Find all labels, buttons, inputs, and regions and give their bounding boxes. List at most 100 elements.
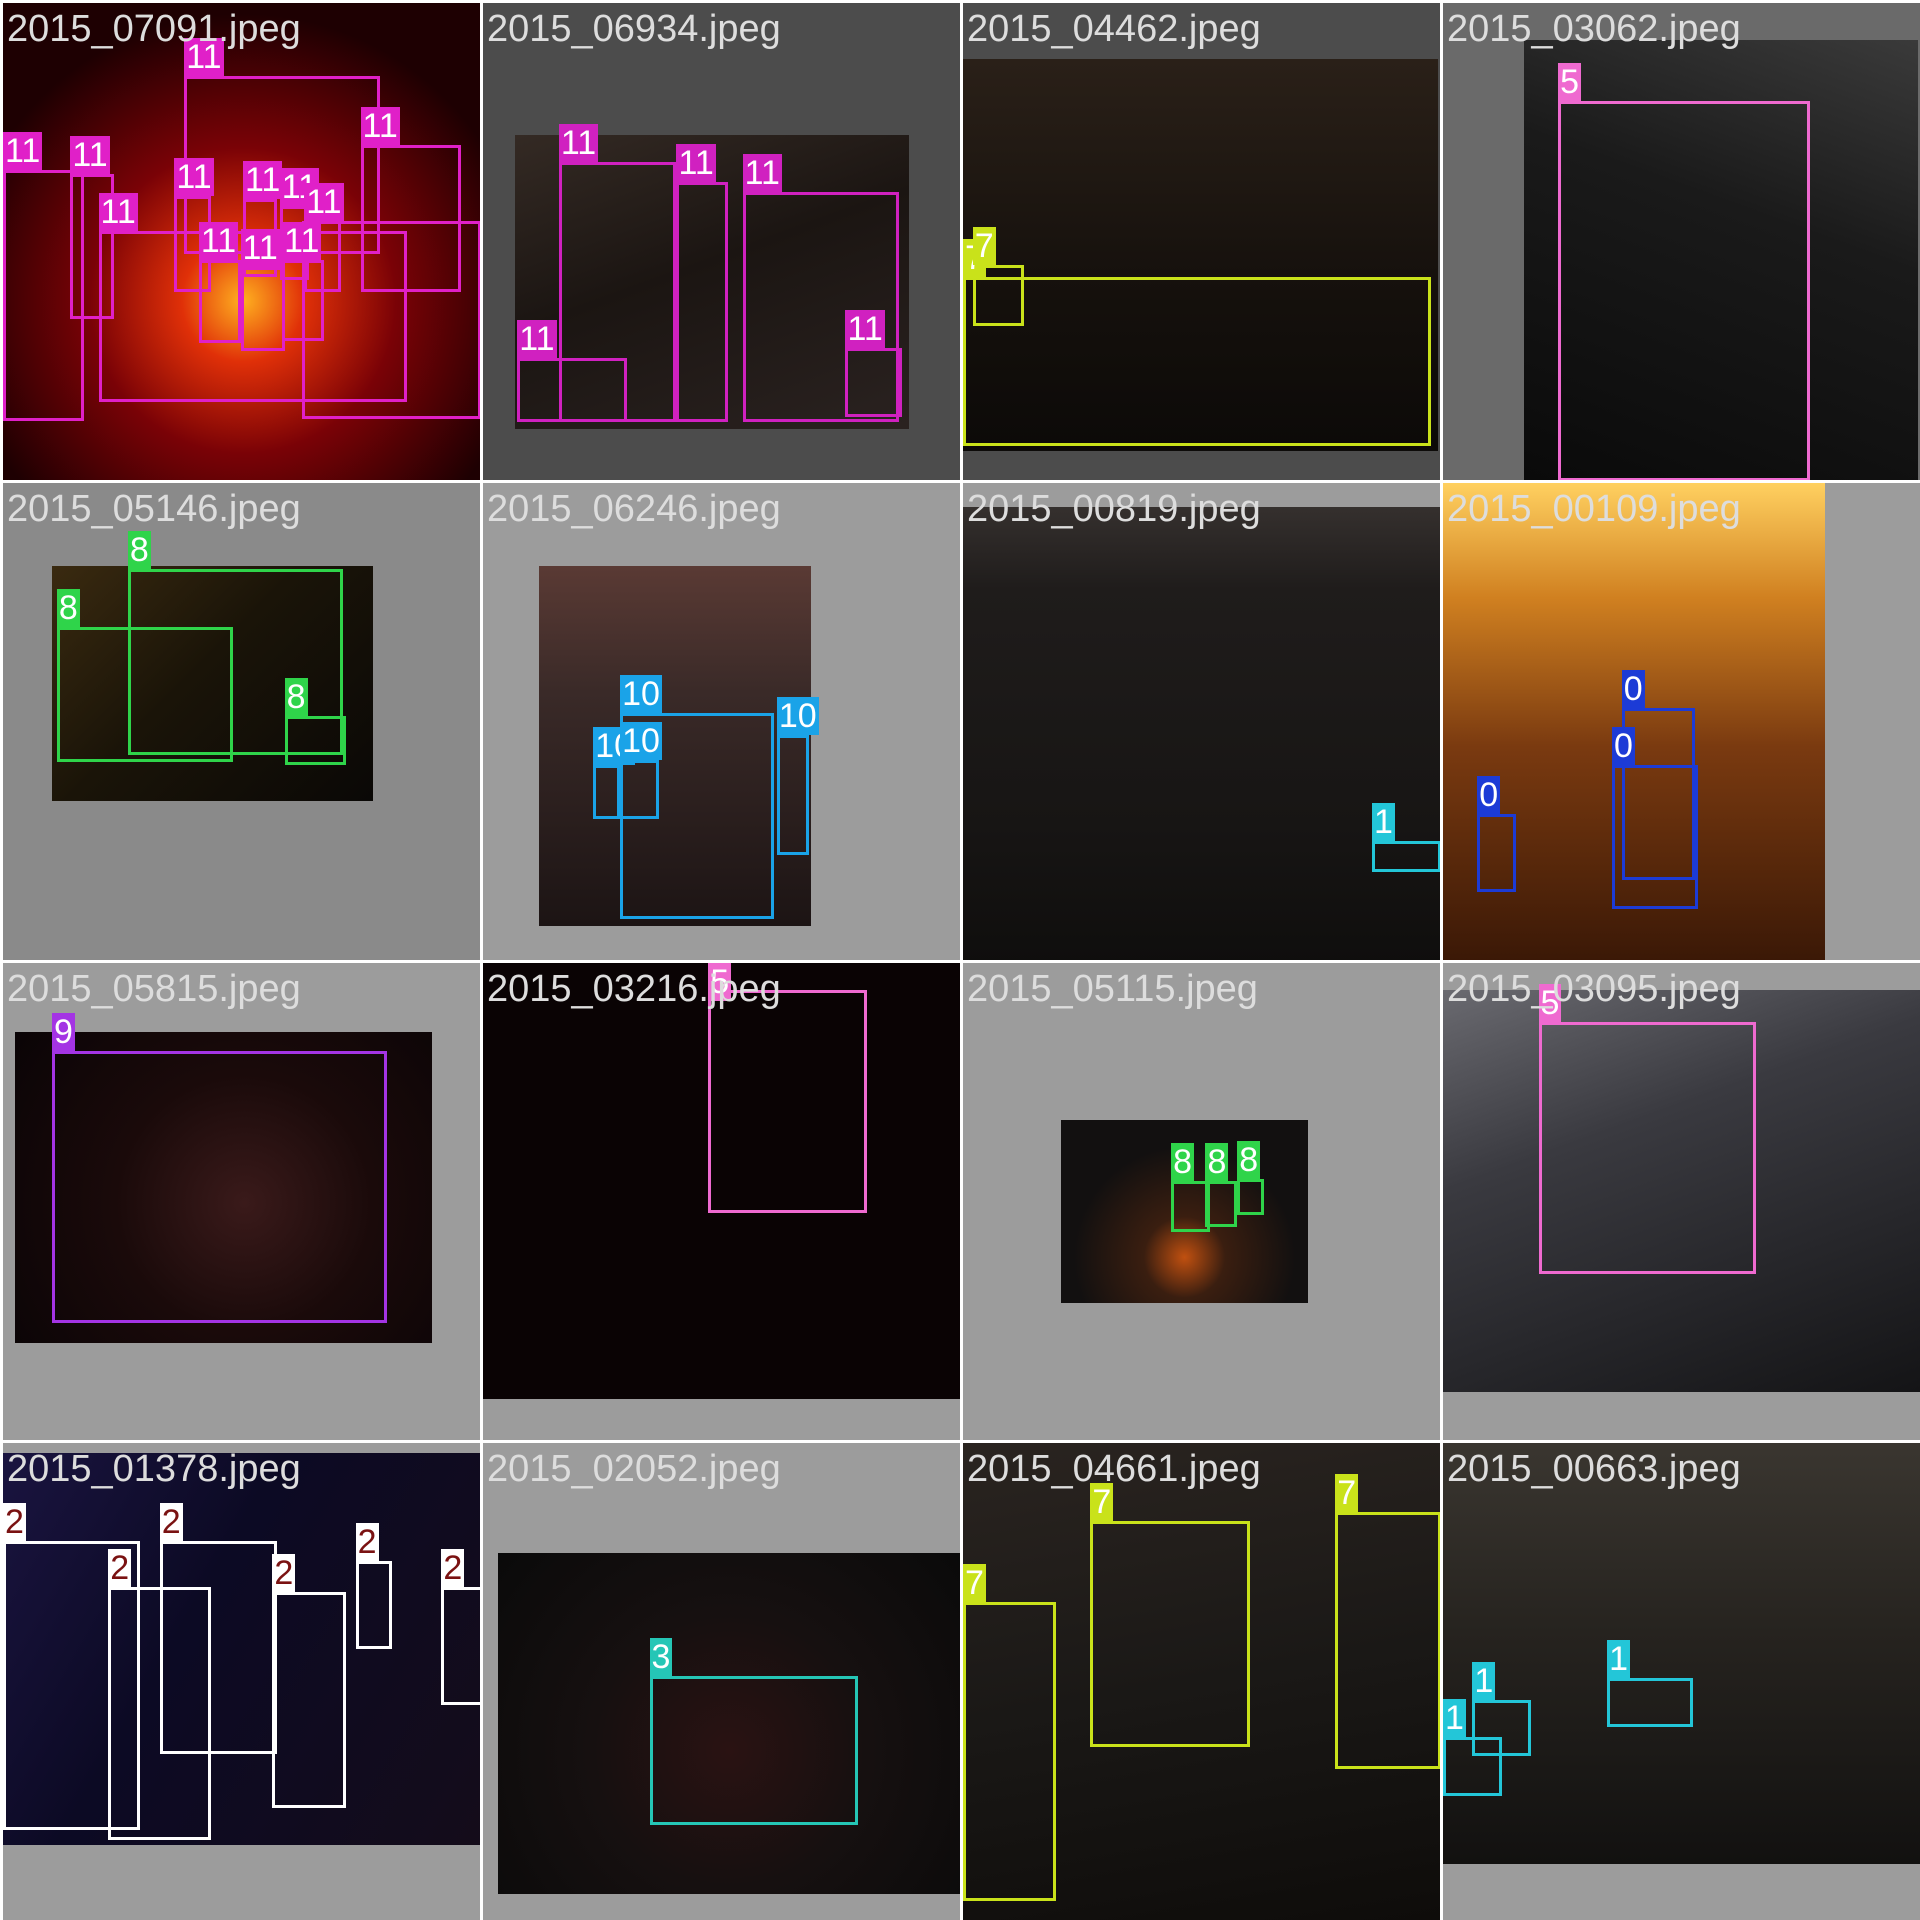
class-label: 11 <box>98 192 138 231</box>
class-label: 2 <box>441 1549 465 1588</box>
detection-mosaic: 11 11 11 11 11 11 11 11 11 11 11 11 2015_07091.jpeg 1… <box>0 0 1920 1920</box>
image-tile: 1 2015_00819.jpeg <box>963 483 1440 960</box>
class-label: 11 <box>676 143 716 182</box>
bounding-box <box>355 1560 393 1649</box>
class-label: 11 <box>360 107 400 146</box>
class-label: 10 <box>776 697 819 736</box>
bounding-box <box>56 627 234 763</box>
bounding-box <box>963 277 1431 447</box>
class-label: 0 <box>1621 670 1645 709</box>
class-label: 11 <box>3 131 43 170</box>
class-label: 0 <box>1611 726 1635 765</box>
class-label: 11 <box>243 160 283 199</box>
image-filename: 2015_05115.jpeg <box>967 968 1258 1010</box>
image-filename: 2015_00663.jpeg <box>1447 1448 1741 1490</box>
image-tile: 772015_04462.jpeg <box>963 3 1440 480</box>
class-label: 11 <box>304 182 344 221</box>
image-filename: 2015_05146.jpeg <box>7 488 301 530</box>
bounding-box <box>1607 1678 1693 1728</box>
image-tile: 3 2015_02052.jpeg <box>483 1443 960 1920</box>
image-tile: 5 2015_03095.jpeg <box>1443 963 1920 1440</box>
class-label: 11 <box>198 222 239 261</box>
class-label: 2 <box>3 1502 26 1541</box>
image-tile: 11 11 11 11 11 2015_06934.jpeg <box>483 3 960 480</box>
bounding-box <box>676 181 728 422</box>
photo <box>963 507 1440 960</box>
bounding-box <box>441 1587 480 1706</box>
class-label: 11 <box>845 310 885 349</box>
bounding-box <box>708 989 868 1213</box>
class-label: 8 <box>127 530 151 569</box>
bounding-box <box>1371 840 1440 873</box>
bounding-box <box>1443 1736 1502 1796</box>
class-label: 2 <box>355 1522 379 1561</box>
class-label: 8 <box>1237 1140 1261 1179</box>
image-filename: 2015_07091.jpeg <box>7 8 301 50</box>
bounding-box <box>1335 1511 1440 1769</box>
bounding-box <box>1558 100 1811 480</box>
class-label: 8 <box>1171 1142 1195 1181</box>
class-label: 10 <box>620 721 662 760</box>
image-filename: 2015_04462.jpeg <box>967 8 1261 50</box>
bounding-box <box>517 358 628 422</box>
class-label: 1 <box>1443 1698 1466 1737</box>
class-label: 2 <box>272 1554 296 1593</box>
class-label: 5 <box>1558 62 1582 101</box>
bounding-box <box>198 260 241 344</box>
image-tile: 1 1 1 2015_00663.jpeg <box>1443 1443 1920 1920</box>
class-label: 1 <box>1472 1662 1496 1701</box>
bounding-box <box>593 764 621 819</box>
bounding-box <box>1171 1180 1211 1233</box>
class-label: 0 <box>1477 775 1501 814</box>
class-label: 8 <box>1205 1142 1229 1181</box>
image-filename: 2015_03216.jpeg <box>487 968 781 1010</box>
class-label: 11 <box>240 229 280 268</box>
class-label: 9 <box>51 1013 75 1052</box>
image-tile: 5 2015_03062.jpeg <box>1443 3 1920 480</box>
image-tile: 9 2015_05815.jpeg <box>3 963 480 1440</box>
class-label: 11 <box>517 320 557 359</box>
photo <box>1443 1443 1920 1865</box>
class-label: 1 <box>1371 802 1395 841</box>
class-label: 7 <box>972 227 996 266</box>
bounding-box <box>1205 1180 1238 1228</box>
image-tile: 7 7 7 2015_04661.jpeg <box>963 1443 1440 1920</box>
bounding-box <box>51 1051 388 1323</box>
image-tile: 2 2 2 2 2 2 2015_01378.jpeg <box>3 1443 480 1920</box>
class-label: 11 <box>558 124 599 163</box>
image-tile: 8 8 8 2015_05115.jpeg <box>963 963 1440 1440</box>
image-filename: 2015_01378.jpeg <box>7 1448 301 1490</box>
image-filename: 2015_04661.jpeg <box>967 1448 1261 1490</box>
bounding-box <box>649 1675 858 1826</box>
class-label: 11 <box>174 158 214 197</box>
bounding-box <box>1538 1021 1757 1274</box>
image-filename: 2015_03062.jpeg <box>1447 8 1741 50</box>
bounding-box <box>1611 764 1698 910</box>
bounding-box <box>845 348 902 417</box>
image-filename: 2015_03095.jpeg <box>1447 968 1741 1010</box>
image-tile: 10 10 10 10 2015_06246.jpeg <box>483 483 960 960</box>
image-filename: 2015_06246.jpeg <box>487 488 781 530</box>
bounding-box <box>301 220 480 420</box>
class-label: 10 <box>620 675 662 714</box>
class-label: 11 <box>742 153 782 192</box>
bounding-box <box>284 715 346 765</box>
bounding-box <box>159 1540 278 1754</box>
class-label: 1 <box>1607 1640 1630 1679</box>
bounding-box <box>1237 1178 1265 1216</box>
image-tile: 0 0 0 2015_00109.jpeg <box>1443 483 1920 960</box>
class-label: 11 <box>282 222 322 261</box>
class-label: 7 <box>963 1564 986 1603</box>
bounding-box <box>1090 1521 1250 1747</box>
image-filename: 2015_00109.jpeg <box>1447 488 1741 530</box>
image-filename: 2015_02052.jpeg <box>487 1448 781 1490</box>
bounding-box <box>620 759 660 819</box>
class-label: 7 <box>1335 1473 1359 1512</box>
bounding-box <box>963 1602 1057 1901</box>
bounding-box <box>776 735 809 856</box>
image-filename: 2015_05815.jpeg <box>7 968 301 1010</box>
bounding-box <box>272 1592 346 1808</box>
class-label: 11 <box>70 136 110 175</box>
class-label: 2 <box>108 1549 132 1588</box>
class-label: 8 <box>56 589 80 628</box>
